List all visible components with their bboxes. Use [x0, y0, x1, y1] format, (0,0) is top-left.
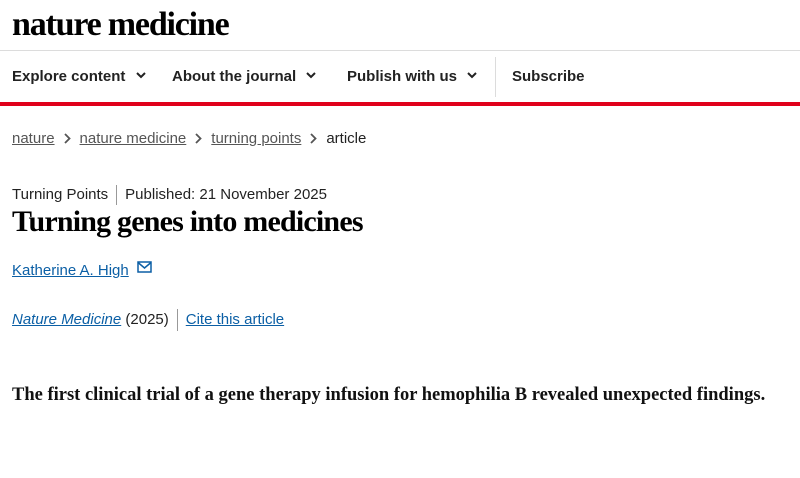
nav-subscribe-label: Subscribe	[512, 68, 585, 85]
article-type: Turning Points	[12, 185, 109, 203]
journal-link[interactable]: Nature Medicine	[12, 311, 121, 328]
nav-separator	[495, 57, 496, 97]
main-nav: Explore content About the journal Publis…	[0, 51, 800, 101]
chevron-right-icon	[310, 131, 318, 148]
author-line: Katherine A. High	[12, 261, 152, 279]
author-link[interactable]: Katherine A. High	[12, 262, 129, 279]
article-standfirst: The first clinical trial of a gene thera…	[12, 385, 766, 405]
breadcrumb-current: article	[326, 130, 367, 147]
chevron-right-icon	[63, 131, 71, 148]
chevron-right-icon	[195, 131, 203, 148]
article-title: Turning genes into medicines	[12, 205, 364, 238]
nav-publish-with-us[interactable]: Publish with us	[347, 51, 477, 101]
nav-publish-label: Publish with us	[347, 68, 458, 85]
nav-about-label: About the journal	[172, 68, 297, 85]
breadcrumb-nature[interactable]: nature	[12, 130, 55, 147]
breadcrumb-nature-medicine[interactable]: nature medicine	[80, 130, 187, 147]
publication-year: (2025)	[125, 310, 169, 328]
nav-explore-label: Explore content	[12, 68, 126, 85]
site-logo[interactable]: nature medicine	[12, 6, 230, 44]
nav-about-journal[interactable]: About the journal	[172, 51, 317, 101]
chevron-down-icon	[306, 72, 317, 79]
breadcrumb: nature nature medicine turning points artic…	[12, 130, 366, 148]
site-header: nature medicine	[0, 0, 800, 50]
subscribe-link[interactable]: Subscribe	[512, 51, 585, 101]
mail-icon[interactable]	[137, 261, 152, 273]
chevron-down-icon	[135, 72, 146, 79]
accent-bar	[0, 102, 800, 106]
cite-separator	[176, 309, 178, 331]
nav-explore-content[interactable]: Explore content	[12, 51, 146, 101]
cite-article-link[interactable]: Cite this article	[186, 311, 284, 328]
citation-line: Nature Medicine (2025) Cite this article	[12, 309, 284, 331]
chevron-down-icon	[467, 72, 477, 79]
published-date: Published: 21 November 2025	[125, 185, 327, 203]
breadcrumb-turning-points[interactable]: turning points	[211, 130, 301, 147]
